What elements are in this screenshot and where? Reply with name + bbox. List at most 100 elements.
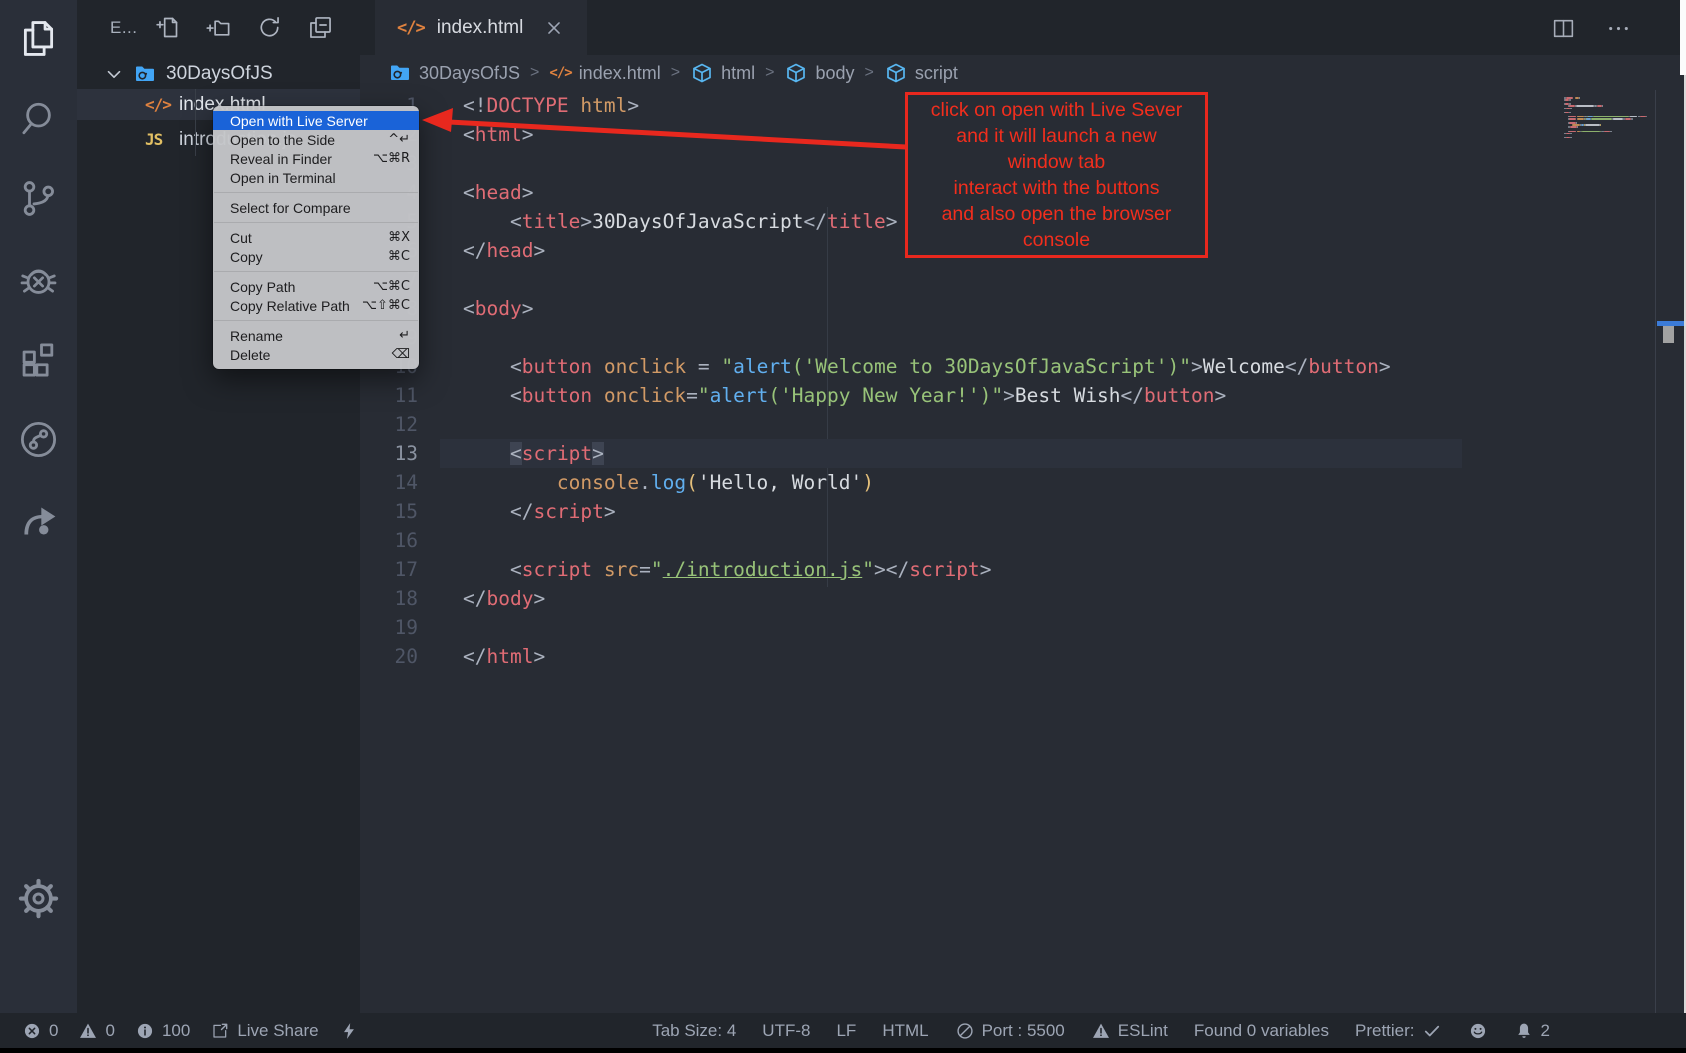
breadcrumb-label: body	[815, 63, 854, 84]
code-line[interactable]: 16	[360, 526, 1686, 555]
status-item-100[interactable]: 100	[135, 1021, 190, 1041]
debug-icon[interactable]	[16, 257, 61, 302]
blocked-icon	[955, 1021, 975, 1041]
code-line[interactable]: 19	[360, 613, 1686, 642]
code-line[interactable]: 20</html>	[360, 642, 1686, 671]
status-item-0[interactable]: 0	[22, 1021, 58, 1041]
new-folder-icon[interactable]	[205, 14, 232, 41]
annotation-text-line: click on open with Live Sever	[931, 97, 1182, 123]
status-item-bolt-icon[interactable]	[339, 1021, 359, 1041]
breadcrumb-separator: >	[765, 64, 774, 82]
code-line[interactable]: 14 console.log('Hello, World')	[360, 468, 1686, 497]
source-control-icon[interactable]	[16, 176, 61, 221]
breadcrumb-item-script[interactable]: script	[884, 61, 958, 85]
tab-index-html[interactable]: </> index.html	[375, 0, 587, 55]
status-item-live-share[interactable]: Live Share	[210, 1021, 318, 1041]
status-item-text: ESLint	[1118, 1021, 1168, 1041]
extensions-icon[interactable]	[16, 337, 61, 382]
line-number: 11	[360, 381, 418, 410]
menu-item-copy-path[interactable]: Copy Path⌥⌘C	[213, 277, 419, 296]
menu-item-delete[interactable]: Delete⌫	[213, 345, 419, 364]
status-item-lf[interactable]: LF	[836, 1021, 856, 1041]
settings-gear-icon[interactable]	[16, 876, 61, 921]
status-item-utf-8[interactable]: UTF-8	[762, 1021, 810, 1041]
breadcrumb-item-index.html[interactable]: </>index.html	[549, 63, 660, 84]
breadcrumb-label: html	[721, 63, 755, 84]
breadcrumb-separator: >	[530, 64, 539, 82]
collapse-all-icon[interactable]	[307, 14, 334, 41]
code-line[interactable]: 18</body>	[360, 584, 1686, 613]
new-file-icon[interactable]	[154, 14, 181, 41]
breadcrumb-item-30DaysOfJS[interactable]: 30DaysOfJS	[388, 61, 520, 85]
menu-item-open-with-live-server[interactable]: Open with Live Server	[213, 111, 419, 130]
status-item-text: Found 0 variables	[1194, 1021, 1329, 1041]
explorer-actions	[154, 14, 334, 41]
status-item-port-5500[interactable]: Port : 5500	[955, 1021, 1065, 1041]
line-number: 13	[360, 439, 418, 468]
code-line[interactable]: 15 </script>	[360, 497, 1686, 526]
code-line[interactable]: 17 <script src="./introduction.js"></scr…	[360, 555, 1686, 584]
menu-item-open-in-terminal[interactable]: Open in Terminal	[213, 168, 419, 187]
minimap[interactable]	[1564, 97, 1652, 157]
status-item-eslint[interactable]: ESLint	[1091, 1021, 1168, 1041]
tree-indent-guide	[195, 89, 196, 156]
status-item-text: Tab Size: 4	[652, 1021, 736, 1041]
breadcrumb-item-html[interactable]: html	[690, 61, 755, 85]
folder-icon	[133, 62, 157, 86]
os-scrollbar[interactable]	[1680, 0, 1686, 75]
status-item-html[interactable]: HTML	[882, 1021, 928, 1041]
code-line[interactable]: 7	[360, 265, 1686, 294]
explorer-icon[interactable]	[16, 16, 61, 61]
status-item-text: UTF-8	[762, 1021, 810, 1041]
breadcrumb-item-body[interactable]: body	[784, 61, 854, 85]
menu-item-copy-relative-path[interactable]: Copy Relative Path⌥⇧⌘C	[213, 296, 419, 315]
menu-item-reveal-in-finder[interactable]: Reveal in Finder⌥⌘R	[213, 149, 419, 168]
split-editor-icon[interactable]	[1551, 16, 1576, 41]
menu-item-label: Open to the Side	[230, 132, 388, 148]
menu-separator	[214, 271, 418, 272]
code-line[interactable]: 8<body>	[360, 294, 1686, 323]
menu-item-label: Copy Path	[230, 279, 373, 295]
code-line[interactable]: 9	[360, 323, 1686, 352]
menu-item-shortcut: ⌫	[392, 347, 410, 362]
code-line[interactable]: 11 <button onclick="alert('Happy New Yea…	[360, 381, 1686, 410]
search-icon[interactable]	[16, 96, 61, 141]
status-item-found-0-variables[interactable]: Found 0 variables	[1194, 1021, 1329, 1041]
status-item-0[interactable]: 0	[78, 1021, 114, 1041]
status-item-smiley-icon[interactable]	[1468, 1021, 1488, 1041]
status-left: 00 100 Live Share	[22, 1021, 359, 1041]
file-type-icon: JS	[145, 130, 179, 149]
menu-item-label: Rename	[230, 328, 399, 344]
live-share-icon[interactable]	[16, 417, 61, 462]
line-number: 17	[360, 555, 418, 584]
more-actions-icon[interactable]	[1606, 16, 1631, 41]
line-number: 14	[360, 468, 418, 497]
scrollbar-thumb[interactable]	[1663, 326, 1674, 343]
breadcrumb-separator: >	[671, 64, 680, 82]
code-text: </body>	[463, 584, 545, 613]
menu-item-label: Reveal in Finder	[230, 151, 373, 167]
status-item-2[interactable]: 2	[1514, 1021, 1550, 1041]
refresh-icon[interactable]	[256, 14, 283, 41]
code-line[interactable]: 13 <script>	[360, 439, 1686, 468]
context-menu: Open with Live ServerOpen to the Side^↵R…	[213, 106, 419, 369]
menu-item-open-to-the-side[interactable]: Open to the Side^↵	[213, 130, 419, 149]
cube-icon	[884, 61, 908, 85]
close-icon[interactable]	[543, 17, 565, 39]
folder-row-30daysofjs[interactable]: 30DaysOfJS	[77, 58, 360, 89]
menu-item-select-for-compare[interactable]: Select for Compare	[213, 198, 419, 217]
status-item-tab-size-4[interactable]: Tab Size: 4	[652, 1021, 736, 1041]
menu-item-rename[interactable]: Rename↵	[213, 326, 419, 345]
code-line[interactable]: 12	[360, 410, 1686, 439]
status-item-text: Prettier:	[1355, 1021, 1415, 1041]
menu-item-cut[interactable]: Cut⌘X	[213, 228, 419, 247]
status-item-prettier-[interactable]: Prettier:	[1355, 1021, 1442, 1041]
activity-bar	[0, 0, 77, 1013]
menu-item-label: Open with Live Server	[230, 113, 410, 129]
menu-item-copy[interactable]: Copy⌘C	[213, 247, 419, 266]
code-line[interactable]: 10 <button onclick = "alert('Welcome to …	[360, 352, 1686, 381]
live-server-icon[interactable]	[16, 497, 61, 542]
menu-item-label: Open in Terminal	[230, 170, 410, 186]
code-text: console.log('Hello, World')	[463, 468, 874, 497]
menu-item-shortcut: ^↵	[388, 132, 410, 147]
